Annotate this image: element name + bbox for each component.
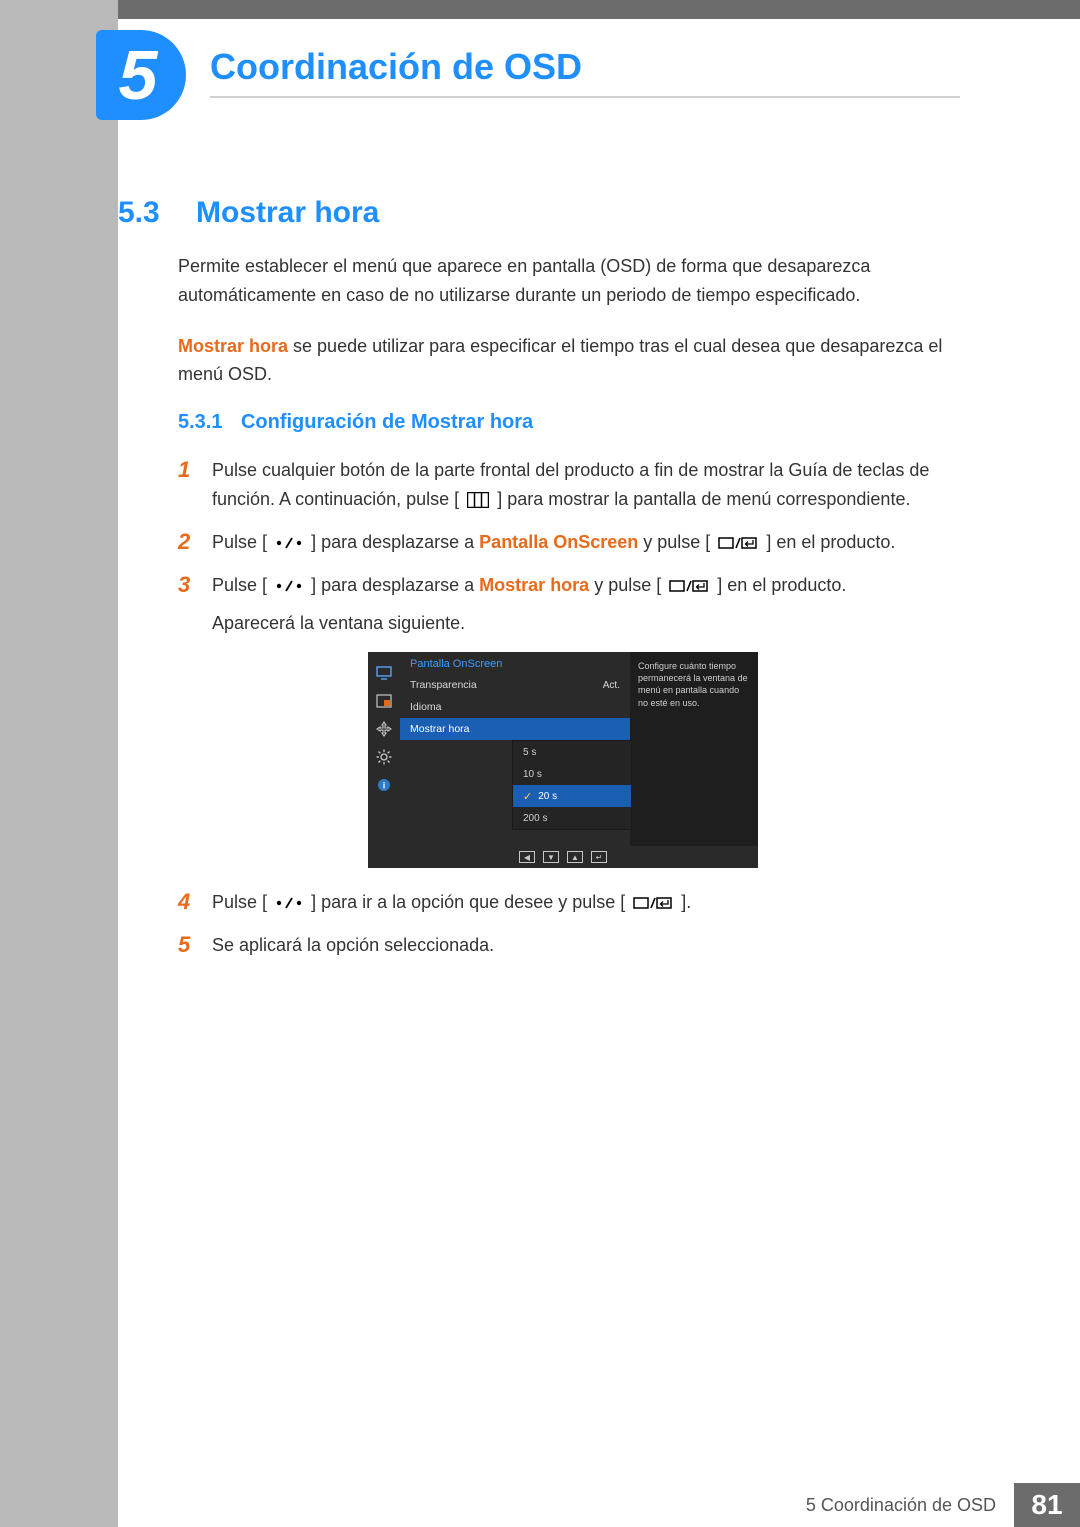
step-3-strong: Mostrar hora bbox=[479, 575, 589, 595]
section-number: 5.3 bbox=[118, 196, 160, 230]
menu-grid-icon bbox=[467, 492, 489, 508]
osd-navbar: ◀ ▼ ▲ ↵ bbox=[368, 846, 758, 868]
step-4-pre: Pulse [ bbox=[212, 892, 267, 912]
osd-row-display-time: Mostrar hora bbox=[400, 718, 630, 740]
osd-help-text: Configure cuánto tiempo permanecerá la v… bbox=[630, 652, 758, 868]
step-4-text: Pulse [ ] para ir a la opción que desee … bbox=[212, 888, 691, 917]
step-1-post: ] para mostrar la pantalla de menú corre… bbox=[497, 489, 910, 509]
step-1-number: 1 bbox=[178, 456, 212, 514]
rect-slash-enter-icon bbox=[633, 895, 673, 911]
osd-submenu: 5 s 10 s ✓20 s 200 s bbox=[512, 740, 632, 830]
step-4: 4 Pulse [ ] para ir a la opción que dese… bbox=[178, 888, 960, 917]
chapter-title-row: Coordinación de OSD bbox=[210, 38, 960, 98]
subsection-title: Configuración de Mostrar hora bbox=[241, 411, 533, 434]
svg-text:i: i bbox=[383, 781, 386, 791]
step-2-strong: Pantalla OnScreen bbox=[479, 532, 638, 552]
step-3-pre: Pulse [ bbox=[212, 575, 267, 595]
subsection-heading: 5.3.1 Configuración de Mostrar hora bbox=[178, 411, 960, 434]
step-5-number: 5 bbox=[178, 931, 212, 960]
picture-icon bbox=[374, 692, 394, 710]
step-3-mid1: ] para desplazarse a bbox=[311, 575, 479, 595]
footer-bar: 5 Coordinación de OSD 81 bbox=[118, 1483, 1080, 1527]
footer-page-number: 81 bbox=[1014, 1483, 1080, 1527]
dot-slash-dot-icon bbox=[275, 579, 303, 593]
step-4-mid: ] para ir a la opción que desee y pulse … bbox=[311, 892, 625, 912]
footer-chapter-label: 5 Coordinación de OSD bbox=[788, 1483, 1014, 1527]
step-3-text: Pulse [ ] para desplazarse a Mostrar hor… bbox=[212, 571, 846, 639]
nav-enter-icon: ↵ bbox=[591, 851, 607, 863]
osd-panel-title: Pantalla OnScreen bbox=[400, 652, 630, 674]
osd-row-transparency: Transparencia Act. bbox=[400, 674, 630, 696]
nav-left-icon: ◀ bbox=[519, 851, 535, 863]
gear-icon bbox=[374, 748, 394, 766]
step-3-number: 3 bbox=[178, 571, 212, 639]
osd-row-transparency-label: Transparencia bbox=[410, 679, 603, 691]
nav-up-icon: ▲ bbox=[567, 851, 583, 863]
intro-rest: se puede utilizar para especificar el ti… bbox=[178, 336, 942, 385]
step-3-line2: Aparecerá la ventana siguiente. bbox=[212, 609, 846, 638]
monitor-icon bbox=[374, 664, 394, 682]
check-icon: ✓ bbox=[523, 790, 532, 803]
left-gutter bbox=[0, 0, 118, 1527]
info-icon: i bbox=[374, 776, 394, 794]
step-4-post: ]. bbox=[681, 892, 691, 912]
step-2-post: ] en el producto. bbox=[766, 532, 895, 552]
osd-main-panel: Pantalla OnScreen Transparencia Act. Idi… bbox=[400, 652, 630, 868]
subsection-number: 5.3.1 bbox=[178, 411, 222, 434]
osd-option-5s: 5 s bbox=[513, 741, 631, 763]
step-5: 5 Se aplicará la opción seleccionada. bbox=[178, 931, 960, 960]
step-1-text: Pulse cualquier botón de la parte fronta… bbox=[212, 456, 960, 514]
chapter-number-badge: 5 bbox=[96, 30, 186, 120]
osd-row-language: Idioma bbox=[400, 696, 630, 718]
step-2-mid1: ] para desplazarse a bbox=[311, 532, 479, 552]
step-3-mid2: y pulse [ bbox=[594, 575, 661, 595]
step-5-text: Se aplicará la opción seleccionada. bbox=[212, 931, 494, 960]
osd-option-20s: ✓20 s bbox=[513, 785, 631, 807]
osd-row-language-label: Idioma bbox=[410, 701, 620, 713]
move-arrows-icon bbox=[374, 720, 394, 738]
section-title: Mostrar hora bbox=[196, 196, 379, 230]
intro-strong: Mostrar hora bbox=[178, 336, 288, 356]
dot-slash-dot-icon bbox=[275, 536, 303, 550]
nav-down-icon: ▼ bbox=[543, 851, 559, 863]
step-4-number: 4 bbox=[178, 888, 212, 917]
dot-slash-dot-icon bbox=[275, 896, 303, 910]
step-3: 3 Pulse [ ] para desplazarse a Mostrar h… bbox=[178, 571, 960, 639]
osd-option-200s: 200 s bbox=[513, 807, 631, 829]
step-1: 1 Pulse cualquier botón de la parte fron… bbox=[178, 456, 960, 514]
osd-sidebar: i bbox=[368, 652, 400, 868]
osd-row-transparency-value: Act. bbox=[603, 680, 620, 691]
step-2: 2 Pulse [ ] para desplazarse a Pantalla … bbox=[178, 528, 960, 557]
rect-slash-enter-icon bbox=[669, 578, 709, 594]
osd-option-10s: 10 s bbox=[513, 763, 631, 785]
step-3-post: ] en el producto. bbox=[717, 575, 846, 595]
osd-row-display-time-label: Mostrar hora bbox=[410, 723, 620, 735]
step-2-mid2: y pulse [ bbox=[643, 532, 710, 552]
chapter-title: Coordinación de OSD bbox=[210, 46, 582, 88]
rect-slash-enter-icon bbox=[718, 535, 758, 551]
body-area: Permite establecer el menú que aparece e… bbox=[178, 252, 960, 974]
intro-paragraph-2: Mostrar hora se puede utilizar para espe… bbox=[178, 332, 960, 390]
step-2-number: 2 bbox=[178, 528, 212, 557]
top-strip bbox=[118, 0, 1080, 19]
step-2-pre: Pulse [ bbox=[212, 532, 267, 552]
intro-paragraph-1: Permite establecer el menú que aparece e… bbox=[178, 252, 960, 310]
step-2-text: Pulse [ ] para desplazarse a Pantalla On… bbox=[212, 528, 895, 557]
osd-menu-screenshot: i Pantalla OnScreen Transparencia Act. I… bbox=[368, 652, 758, 868]
